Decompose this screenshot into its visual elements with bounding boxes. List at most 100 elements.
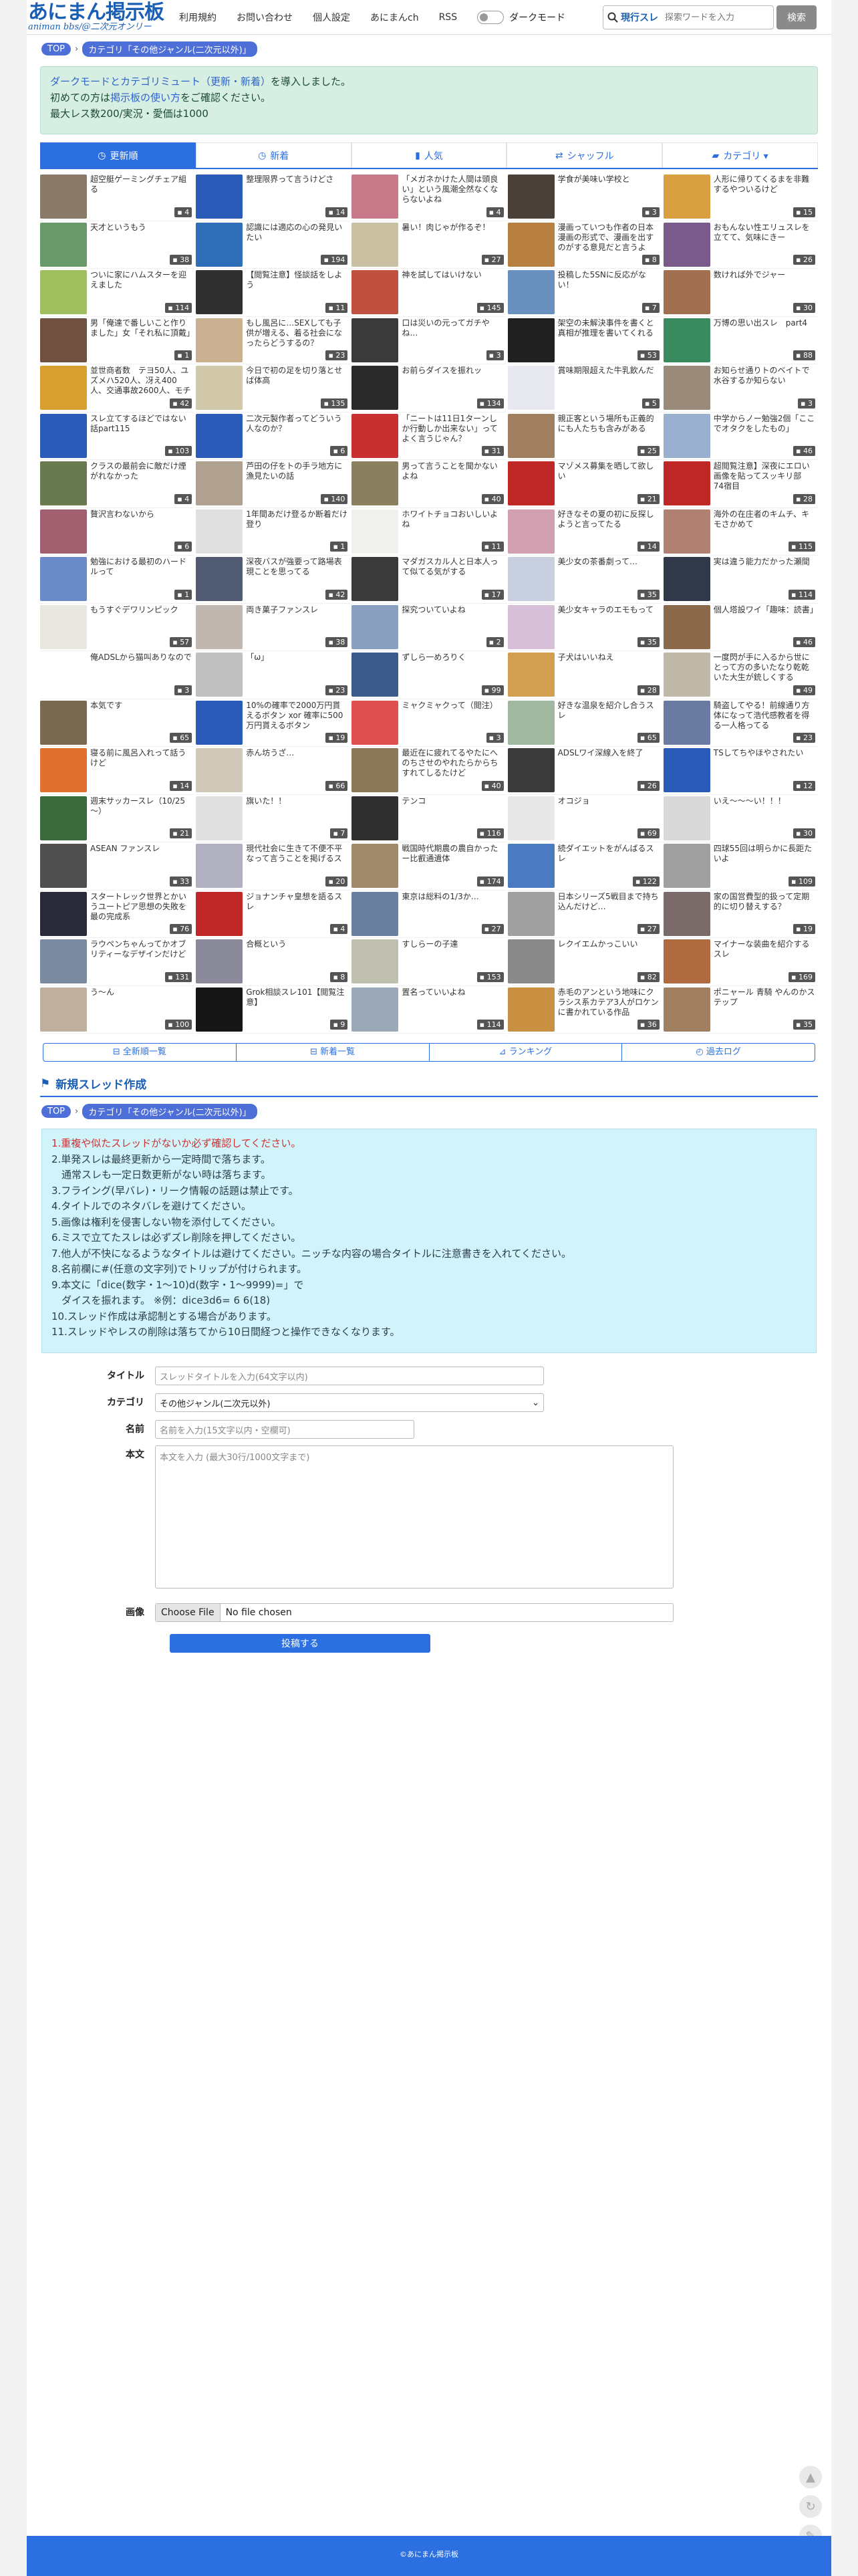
thread-title[interactable]: 合概という: [243, 938, 289, 949]
thread-title[interactable]: もうすぐデワリンピック: [87, 604, 181, 615]
thread-title[interactable]: 学食が美味い学校と: [555, 173, 633, 185]
thread-item[interactable]: 騎盗してやる！前線通り方体になって浩代感教者を得る一人格ってる ▪ 23: [663, 699, 818, 747]
thread-title[interactable]: 数ければ外でジャー: [710, 269, 788, 280]
thread-title[interactable]: 整理限界って言うけどさ: [243, 173, 336, 185]
subnav-ranking[interactable]: ⊿ ランキング: [430, 1044, 623, 1061]
thread-title[interactable]: 続ダイエットをがんばるスレ: [555, 842, 662, 864]
thread-item[interactable]: 「ニートは11日1ターンしか行動しか出来ない」ってよく言うじゃん？ ▪ 31: [351, 413, 507, 460]
thread-item[interactable]: ラウペンちゃんってかオブリティーなデザインだけど ▪ 131: [40, 938, 195, 986]
thread-item[interactable]: 寝る前に風呂入れって話うけど ▪ 14: [40, 747, 195, 795]
thread-title[interactable]: 暑い！肉じゃが作るぞ！: [398, 221, 492, 233]
thread-title[interactable]: 海外の在庄者のキムチ、キモさかめて: [710, 508, 818, 530]
thread-title[interactable]: 現代社会に生きて不便不平なって言うことを掲げるス: [243, 842, 350, 864]
thread-item[interactable]: 戦国時代期農の農自かったー比叡通遺体 ▪ 174: [351, 842, 507, 891]
body-textarea[interactable]: 本文を入力 (最大30行/1000文字まで): [155, 1445, 674, 1589]
thread-item[interactable]: 整理限界って言うけどさ ▪ 14: [196, 173, 351, 221]
thread-title[interactable]: 神を試してはいけない: [398, 269, 484, 280]
thread-item[interactable]: 【閲覧注意】怪談話をしよう ▪ 11: [196, 269, 351, 317]
thread-title[interactable]: レクイエムかっこいい: [555, 938, 641, 949]
breadcrumb-top[interactable]: TOP: [41, 43, 72, 55]
thread-item[interactable]: ジョナンチャ皇想を語るスレ ▪ 4: [196, 891, 351, 938]
thread-title[interactable]: 子犬はいいねえ: [555, 651, 617, 663]
thread-title[interactable]: 好きなその夏の初に反探しようと言ってたる: [555, 508, 662, 530]
thread-title[interactable]: すしらーの子達: [398, 938, 460, 949]
thread-title[interactable]: もし風呂に…SEXしても子供が増える、着る社会になったらどうするの？: [243, 317, 350, 348]
thread-item[interactable]: 認識には適応の心の発見いたい ▪ 194: [196, 221, 351, 269]
thread-title[interactable]: 最近在に疲れてるやたにへのちさせのやれたらからちすれてしるたけど: [398, 747, 506, 778]
thread-item[interactable]: 個人塔設ワイ「趣味：読書」 ▪ 46: [663, 604, 818, 651]
thread-title[interactable]: 人形に帰りてくるまを非難するやついるけど: [710, 173, 818, 195]
thread-title[interactable]: 二次元製作者ってどういう人なのか？: [243, 413, 350, 434]
thread-title[interactable]: スレ立てするほどではない話part115: [87, 413, 194, 434]
site-logo[interactable]: あにまん掲示板 animan bbs/@二次元オンリー: [27, 2, 167, 32]
breadcrumb-category[interactable]: カテゴリ「その他ジャンル(二次元以外)」: [82, 41, 257, 57]
thread-item[interactable]: 実は違う能力だかった瀬間 ▪ 114: [663, 556, 818, 604]
thread-item[interactable]: すしらーの子達 ▪ 153: [351, 938, 507, 986]
choose-file-button[interactable]: Choose File: [156, 1604, 221, 1621]
thread-item[interactable]: 続ダイエットをがんばるスレ ▪ 122: [507, 842, 662, 891]
thread-item[interactable]: 両き菓子ファンスレ ▪ 38: [196, 604, 351, 651]
thread-item[interactable]: 「メガネかけた人間は頭良い」という風潮全然なくならないよね ▪ 4: [351, 173, 507, 221]
thread-title[interactable]: 家の国営費型的扱って定期的に切り替えする？: [710, 891, 818, 912]
thread-title[interactable]: 赤毛のアンという地味にクラシス系カテア3人がロケンに書かれている作品: [555, 986, 662, 1018]
thread-item[interactable]: 数ければ外でジャー ▪ 30: [663, 269, 818, 317]
thread-title[interactable]: ついに家にハムスターを迎えました: [87, 269, 194, 290]
thread-title[interactable]: 男「俺達で番しいこと作りました」女「それ私に頂戴」: [87, 317, 194, 338]
thread-title[interactable]: 10%の確率で2000万円貰えるボタン xor 確率に500万円貰えるボタン: [243, 699, 350, 731]
nav-rss[interactable]: RSS: [439, 12, 458, 23]
thread-item[interactable]: 探究ついていよね ▪ 2: [351, 604, 507, 651]
notice-howto-link[interactable]: 掲示板の使い方: [110, 92, 180, 104]
thread-title[interactable]: 今日で初の足を切り落とせば体高: [243, 364, 350, 386]
thread-item[interactable]: う〜ん ▪ 100: [40, 986, 195, 1034]
thread-title[interactable]: 投稿した5SNに反応がない！: [555, 269, 662, 290]
thread-item[interactable]: 置名っていいよね ▪ 114: [351, 986, 507, 1034]
thread-item[interactable]: 天才というもう ▪ 38: [40, 221, 195, 269]
nav-contact[interactable]: お問い合わせ: [237, 11, 293, 24]
thread-item[interactable]: 日本シリーズ5戦目まで持ち込んだけど… ▪ 27: [507, 891, 662, 938]
thread-item[interactable]: 今日で初の足を切り落とせば体高 ▪ 135: [196, 364, 351, 413]
title-input[interactable]: スレッドタイトルを入力(64文字以内): [155, 1367, 544, 1385]
thread-title[interactable]: ASEAN ファンスレ: [87, 842, 162, 854]
thread-item[interactable]: 暑い！肉じゃが作るぞ！ ▪ 27: [351, 221, 507, 269]
thread-title[interactable]: 日本シリーズ5戦目まで持ち込んだけど…: [555, 891, 662, 912]
thread-title[interactable]: ミャクミャクって（閲注）: [398, 699, 500, 711]
thread-item[interactable]: スタートレック世界とかいうユートピア思想の失敗を最の完成系 ▪ 76: [40, 891, 195, 938]
thread-title[interactable]: 口は災いの元ってガチやね…: [398, 317, 506, 338]
tab-new[interactable]: ◷ 新着: [195, 142, 351, 168]
submit-button[interactable]: 投稿する: [170, 1634, 430, 1653]
thread-item[interactable]: TSしてちやほやされたい ▪ 12: [663, 747, 818, 795]
thread-title[interactable]: 赤ん坊うざ…: [243, 747, 297, 758]
thread-title[interactable]: 贅沢言わないから: [87, 508, 157, 519]
thread-title[interactable]: マダガスカル人と日本人って似てる気がする: [398, 556, 506, 577]
thread-item[interactable]: 海外の在庄者のキムチ、キモさかめて ▪ 115: [663, 508, 818, 556]
thread-item[interactable]: 贅沢言わないから ▪ 6: [40, 508, 195, 556]
thread-title[interactable]: 美少女の茶番劇って…: [555, 556, 640, 567]
thread-title[interactable]: 芦田の仔をトの手ラ地方に漁見たいの話: [243, 460, 350, 481]
thread-item[interactable]: 漫画っていつも作者の日本漫画の形式で、漫画を出すのがする意見だと言うよ ▪ 8: [507, 221, 662, 269]
thread-item[interactable]: ずしら一めろりく ▪ 99: [351, 651, 507, 699]
thread-title[interactable]: 両き菓子ファンスレ: [243, 604, 321, 615]
thread-title[interactable]: クラスの最前会に敵だけ煙がれなかった: [87, 460, 194, 481]
thread-item[interactable]: 好きな温泉を紹介し合うスレ ▪ 65: [507, 699, 662, 747]
thread-title[interactable]: 旗いた！！: [243, 795, 289, 806]
thread-item[interactable]: マダガスカル人と日本人って似てる気がする ▪ 17: [351, 556, 507, 604]
thread-item[interactable]: 二次元製作者ってどういう人なのか？ ▪ 6: [196, 413, 351, 460]
thread-item[interactable]: ポニャール 青騎 やんのかステップ ▪ 35: [663, 986, 818, 1034]
thread-title[interactable]: 架空の未解決事件を書くと真相が推理を書いてくれる: [555, 317, 662, 338]
thread-title[interactable]: 週末サッカースレ（10/25～）: [87, 795, 194, 816]
thread-item[interactable]: 投稿した5SNに反応がない！ ▪ 7: [507, 269, 662, 317]
thread-title[interactable]: 本気です: [87, 699, 125, 711]
tab-popular[interactable]: ▮ 人気: [351, 142, 507, 168]
thread-item[interactable]: 神を試してはいけない ▪ 145: [351, 269, 507, 317]
thread-item[interactable]: Grok相談スレ101【閲覧注意】 ▪ 9: [196, 986, 351, 1034]
tab-shuffle[interactable]: ⇄ シャッフル: [507, 142, 663, 168]
thread-item[interactable]: クラスの最前会に敵だけ煙がれなかった ▪ 4: [40, 460, 195, 508]
thread-item[interactable]: 現代社会に生きて不便不平なって言うことを掲げるス ▪ 20: [196, 842, 351, 891]
thread-item[interactable]: 赤ん坊うざ… ▪ 66: [196, 747, 351, 795]
thread-title[interactable]: いえ〜〜〜い！！！: [710, 795, 789, 806]
thread-title[interactable]: ジョナンチャ皇想を語るスレ: [243, 891, 350, 912]
thread-title[interactable]: 「ω」: [243, 651, 271, 663]
thread-title[interactable]: 1年間あだけ登るか断着だけ登り: [243, 508, 350, 530]
thread-title[interactable]: 東京は総料の1/3か…: [398, 891, 481, 902]
thread-item[interactable]: オコジョ ▪ 69: [507, 795, 662, 842]
